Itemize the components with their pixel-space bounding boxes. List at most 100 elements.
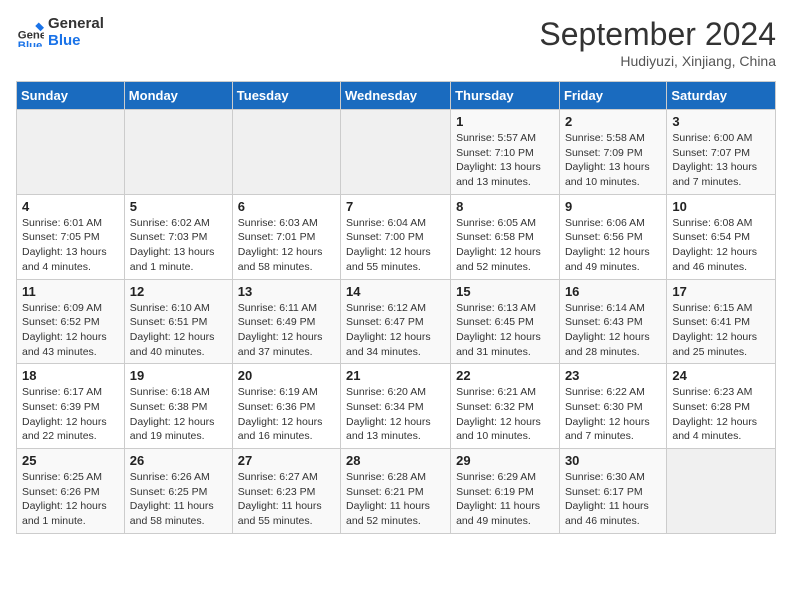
day-number: 29 (456, 453, 554, 468)
day-number: 21 (346, 368, 445, 383)
calendar-cell (124, 110, 232, 195)
calendar-cell: 4Sunrise: 6:01 AM Sunset: 7:05 PM Daylig… (17, 194, 125, 279)
calendar-cell (17, 110, 125, 195)
calendar-cell: 10 Sunrise: 6:08 AM Sunset: 6:54 PM Dayli… (667, 194, 776, 279)
day-detail: Sunrise: 6:12 AM Sunset: 6:47 PM Dayligh… (346, 301, 445, 360)
calendar-cell: 11 Sunrise: 6:09 AM Sunset: 6:52 PM Dayli… (17, 279, 125, 364)
svg-text:Blue: Blue (18, 39, 43, 46)
day-detail: Sunrise: 5:57 AM Sunset: 7:10 PM Dayligh… (456, 131, 554, 190)
day-number: 9 (565, 199, 661, 214)
day-number: 30 (565, 453, 661, 468)
calendar-week-1: 1 Sunrise: 5:57 AM Sunset: 7:10 PM Daylig… (17, 110, 776, 195)
calendar-cell: 2Sunrise: 5:58 AM Sunset: 7:09 PM Daylig… (559, 110, 666, 195)
title-block: September 2024 Hudiyuzi, Xinjiang, China (539, 16, 776, 69)
calendar-cell (667, 449, 776, 534)
day-detail: Sunrise: 6:30 AM Sunset: 6:17 PM Dayligh… (565, 470, 661, 529)
day-number: 19 (130, 368, 227, 383)
day-number: 10 (672, 199, 770, 214)
day-number: 28 (346, 453, 445, 468)
day-number: 17 (672, 284, 770, 299)
calendar-cell: 18Sunrise: 6:17 AM Sunset: 6:39 PM Dayli… (17, 364, 125, 449)
calendar-cell: 25 Sunrise: 6:25 AM Sunset: 6:26 PM Dayli… (17, 449, 125, 534)
calendar-cell: 20 Sunrise: 6:19 AM Sunset: 6:36 PM Dayli… (232, 364, 340, 449)
day-detail: Sunrise: 6:10 AM Sunset: 6:51 PM Dayligh… (130, 301, 227, 360)
day-number: 7 (346, 199, 445, 214)
logo-icon: General Blue (16, 19, 44, 47)
calendar-cell: 8 Sunrise: 6:05 AM Sunset: 6:58 PM Daylig… (451, 194, 560, 279)
day-detail: Sunrise: 6:14 AM Sunset: 6:43 PM Dayligh… (565, 301, 661, 360)
day-number: 16 (565, 284, 661, 299)
day-detail: Sunrise: 6:22 AM Sunset: 6:30 PM Dayligh… (565, 385, 661, 444)
calendar-cell: 19 Sunrise: 6:18 AM Sunset: 6:38 PM Dayli… (124, 364, 232, 449)
calendar-cell: 3Sunrise: 6:00 AM Sunset: 7:07 PM Daylig… (667, 110, 776, 195)
day-detail: Sunrise: 6:04 AM Sunset: 7:00 PM Dayligh… (346, 216, 445, 275)
calendar-cell: 13Sunrise: 6:11 AM Sunset: 6:49 PM Dayli… (232, 279, 340, 364)
day-detail: Sunrise: 6:06 AM Sunset: 6:56 PM Dayligh… (565, 216, 661, 275)
day-number: 1 (456, 114, 554, 129)
day-detail: Sunrise: 6:25 AM Sunset: 6:26 PM Dayligh… (22, 470, 119, 529)
day-number: 22 (456, 368, 554, 383)
day-detail: Sunrise: 6:28 AM Sunset: 6:21 PM Dayligh… (346, 470, 445, 529)
day-number: 12 (130, 284, 227, 299)
calendar-cell: 14 Sunrise: 6:12 AM Sunset: 6:47 PM Dayli… (341, 279, 451, 364)
logo-line1: General (48, 16, 104, 33)
logo-line2: Blue (48, 33, 104, 50)
day-number: 25 (22, 453, 119, 468)
day-number: 2 (565, 114, 661, 129)
calendar-cell: 1 Sunrise: 5:57 AM Sunset: 7:10 PM Daylig… (451, 110, 560, 195)
day-header-saturday: Saturday (667, 82, 776, 110)
day-detail: Sunrise: 6:26 AM Sunset: 6:25 PM Dayligh… (130, 470, 227, 529)
calendar-cell: 17Sunrise: 6:15 AM Sunset: 6:41 PM Dayli… (667, 279, 776, 364)
day-detail: Sunrise: 6:00 AM Sunset: 7:07 PM Dayligh… (672, 131, 770, 190)
calendar-cell: 7 Sunrise: 6:04 AM Sunset: 7:00 PM Daylig… (341, 194, 451, 279)
calendar-cell: 26 Sunrise: 6:26 AM Sunset: 6:25 PM Dayli… (124, 449, 232, 534)
day-detail: Sunrise: 6:21 AM Sunset: 6:32 PM Dayligh… (456, 385, 554, 444)
calendar-cell: 27Sunrise: 6:27 AM Sunset: 6:23 PM Dayli… (232, 449, 340, 534)
day-detail: Sunrise: 6:02 AM Sunset: 7:03 PM Dayligh… (130, 216, 227, 275)
calendar-cell: 15Sunrise: 6:13 AM Sunset: 6:45 PM Dayli… (451, 279, 560, 364)
calendar-week-4: 18Sunrise: 6:17 AM Sunset: 6:39 PM Dayli… (17, 364, 776, 449)
day-detail: Sunrise: 6:19 AM Sunset: 6:36 PM Dayligh… (238, 385, 335, 444)
day-detail: Sunrise: 6:05 AM Sunset: 6:58 PM Dayligh… (456, 216, 554, 275)
day-detail: Sunrise: 6:09 AM Sunset: 6:52 PM Dayligh… (22, 301, 119, 360)
day-number: 26 (130, 453, 227, 468)
day-detail: Sunrise: 6:27 AM Sunset: 6:23 PM Dayligh… (238, 470, 335, 529)
day-detail: Sunrise: 6:08 AM Sunset: 6:54 PM Dayligh… (672, 216, 770, 275)
day-detail: Sunrise: 6:20 AM Sunset: 6:34 PM Dayligh… (346, 385, 445, 444)
calendar-cell: 22 Sunrise: 6:21 AM Sunset: 6:32 PM Dayli… (451, 364, 560, 449)
page-header: General Blue General Blue September 2024… (16, 16, 776, 69)
calendar-cell: 6 Sunrise: 6:03 AM Sunset: 7:01 PM Daylig… (232, 194, 340, 279)
calendar-cell: 5 Sunrise: 6:02 AM Sunset: 7:03 PM Daylig… (124, 194, 232, 279)
calendar-cell: 30 Sunrise: 6:30 AM Sunset: 6:17 PM Dayli… (559, 449, 666, 534)
calendar-cell (232, 110, 340, 195)
day-number: 11 (22, 284, 119, 299)
day-number: 23 (565, 368, 661, 383)
calendar-body: 1 Sunrise: 5:57 AM Sunset: 7:10 PM Daylig… (17, 110, 776, 534)
calendar-header: SundayMondayTuesdayWednesdayThursdayFrid… (17, 82, 776, 110)
day-number: 13 (238, 284, 335, 299)
calendar-cell: 23 Sunrise: 6:22 AM Sunset: 6:30 PM Dayli… (559, 364, 666, 449)
day-number: 20 (238, 368, 335, 383)
day-header-tuesday: Tuesday (232, 82, 340, 110)
day-detail: Sunrise: 6:17 AM Sunset: 6:39 PM Dayligh… (22, 385, 119, 444)
day-number: 5 (130, 199, 227, 214)
day-number: 24 (672, 368, 770, 383)
day-number: 4 (22, 199, 119, 214)
calendar-week-5: 25 Sunrise: 6:25 AM Sunset: 6:26 PM Dayli… (17, 449, 776, 534)
calendar-table: SundayMondayTuesdayWednesdayThursdayFrid… (16, 81, 776, 534)
day-number: 14 (346, 284, 445, 299)
day-header-friday: Friday (559, 82, 666, 110)
location-subtitle: Hudiyuzi, Xinjiang, China (539, 53, 776, 69)
calendar-cell: 12 Sunrise: 6:10 AM Sunset: 6:51 PM Dayli… (124, 279, 232, 364)
day-detail: Sunrise: 6:18 AM Sunset: 6:38 PM Dayligh… (130, 385, 227, 444)
day-detail: Sunrise: 6:13 AM Sunset: 6:45 PM Dayligh… (456, 301, 554, 360)
calendar-cell: 28 Sunrise: 6:28 AM Sunset: 6:21 PM Dayli… (341, 449, 451, 534)
month-title: September 2024 (539, 16, 776, 53)
calendar-cell: 16 Sunrise: 6:14 AM Sunset: 6:43 PM Dayli… (559, 279, 666, 364)
day-detail: Sunrise: 6:03 AM Sunset: 7:01 PM Dayligh… (238, 216, 335, 275)
day-number: 8 (456, 199, 554, 214)
day-number: 6 (238, 199, 335, 214)
calendar-cell: 29 Sunrise: 6:29 AM Sunset: 6:19 PM Dayli… (451, 449, 560, 534)
day-detail: Sunrise: 6:29 AM Sunset: 6:19 PM Dayligh… (456, 470, 554, 529)
day-header-sunday: Sunday (17, 82, 125, 110)
